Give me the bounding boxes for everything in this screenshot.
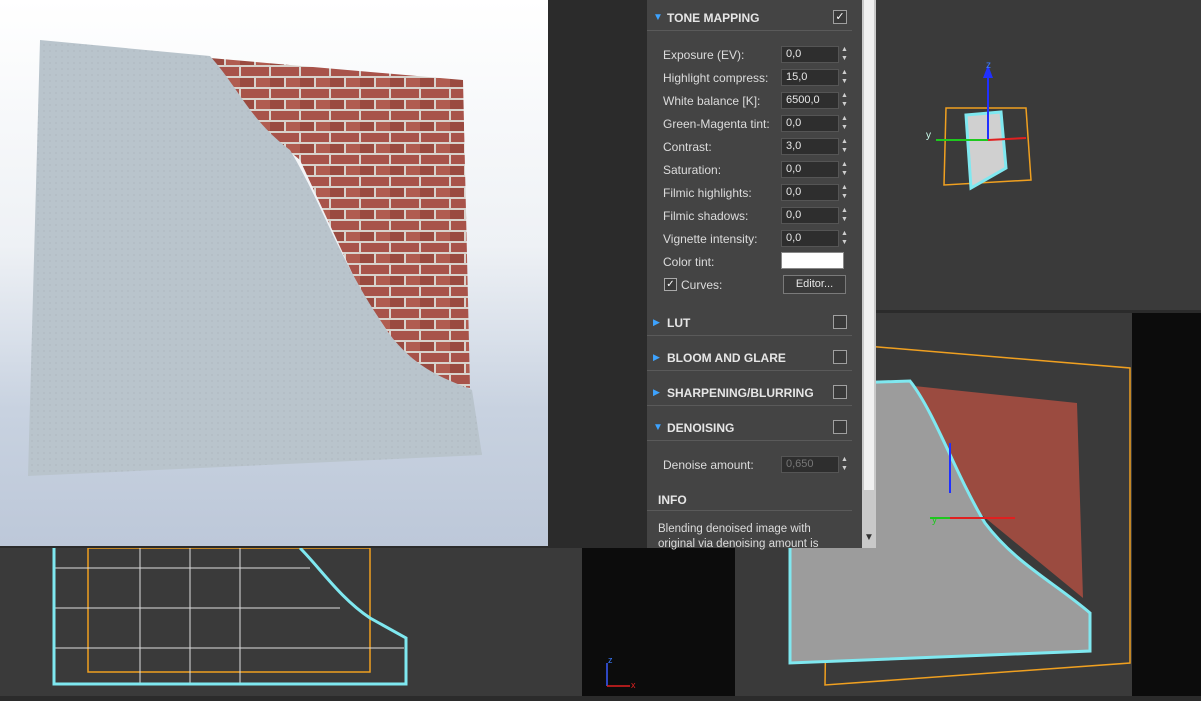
section-lut[interactable]: ▶ LUT [647,311,852,336]
field-label: Filmic shadows: [663,209,749,223]
field-highlight-compress: Highlight compress: 15,0 ▲ ▼ [663,68,853,88]
section-sharpening-blurring[interactable]: ▶ SHARPENING/BLURRING [647,381,852,406]
viewport-black-area [1132,313,1201,696]
white-balance-input[interactable]: 6500,0 [781,92,839,109]
divider [647,510,852,511]
field-label: Contrast: [663,140,712,154]
render-image [28,40,482,476]
tripod-x-label: x [631,680,636,690]
section-denoising[interactable]: ▼ DENOISING [647,416,852,441]
field-label: White balance [K]: [663,94,761,108]
spinner-icon[interactable]: ▲ ▼ [841,455,849,473]
field-exposure: Exposure (EV): 0,0 ▲ ▼ [663,45,853,65]
bloom-checkbox[interactable] [833,350,847,364]
field-denoise-amount: Denoise amount: 0,650 ▲ ▼ [663,455,853,475]
sharpen-checkbox[interactable] [833,385,847,399]
filmic-highlights-input[interactable]: 0,0 [781,184,839,201]
field-label: Saturation: [663,163,722,177]
viewport-perspective-small[interactable]: z y [876,0,1201,310]
field-label: Highlight compress: [663,71,769,85]
scroll-down-icon[interactable]: ▼ [864,532,874,543]
gizmo-z-label: z [986,60,991,71]
expand-triangle-icon: ▼ [653,422,663,433]
viewport-front[interactable] [0,546,582,696]
tripod-z-label: z [608,655,613,665]
expand-triangle-icon: ▶ [653,317,660,327]
field-label: Denoise amount: [663,458,754,472]
curves-editor-button[interactable]: Editor... [783,275,846,294]
render-viewport[interactable] [0,0,548,546]
green-magenta-input[interactable]: 0,0 [781,115,839,132]
spinner-icon[interactable]: ▲ ▼ [841,229,849,247]
color-tint-swatch[interactable] [781,252,844,269]
scrollbar-thumb[interactable] [864,0,874,490]
field-label: Exposure (EV): [663,48,745,62]
spinner-icon[interactable]: ▲ ▼ [841,68,849,86]
filmic-shadows-input[interactable]: 0,0 [781,207,839,224]
info-text: Blending denoised image with original vi… [658,523,819,550]
section-title: SHARPENING/BLURRING [667,386,814,400]
tone-mapping-checkbox[interactable]: ✓ [833,10,847,24]
field-label: Filmic highlights: [663,186,752,200]
expand-triangle-icon: ▶ [653,352,660,362]
gizmo-y-label-2: y [932,515,937,526]
viewport-front-mesh [52,546,408,686]
section-tone-mapping[interactable]: ▼ TONE MAPPING ✓ [647,6,852,31]
saturation-input[interactable]: 0,0 [781,161,839,178]
camera-settings-panel: ▼ TONE MAPPING ✓ Exposure (EV): 0,0 ▲ ▼ H… [647,0,862,550]
denoise-amount-input[interactable]: 0,650 [781,456,839,473]
spinner-icon[interactable]: ▲ ▼ [841,206,849,224]
gizmo-y-label: y [926,130,931,141]
section-title: DENOISING [667,421,735,435]
field-label: Color tint: [663,255,715,269]
spinner-icon[interactable]: ▲ ▼ [841,45,849,63]
section-title: BLOOM AND GLARE [667,351,786,365]
exposure-input[interactable]: 0,0 [781,46,839,63]
field-contrast: Contrast: 3,0 ▲ ▼ [663,137,853,157]
spinner-icon[interactable]: ▲ ▼ [841,137,849,155]
spinner-icon[interactable]: ▲ ▼ [841,183,849,201]
viewport-scene: z y [926,60,1032,191]
highlight-compress-input[interactable]: 15,0 [781,69,839,86]
axis-tripod: z x [606,655,636,690]
field-vignette-intensity: Vignette intensity: 0,0 ▲ ▼ [663,229,853,249]
info-title: INFO [658,493,687,507]
field-label: Green-Magenta tint: [663,117,770,131]
field-filmic-highlights: Filmic highlights: 0,0 ▲ ▼ [663,183,853,203]
section-bloom-and-glare[interactable]: ▶ BLOOM AND GLARE [647,346,852,371]
expand-triangle-icon: ▼ [653,12,663,23]
spinner-icon[interactable]: ▲ ▼ [841,91,849,109]
section-title: TONE MAPPING [667,11,760,25]
field-filmic-shadows: Filmic shadows: 0,0 ▲ ▼ [663,206,853,226]
viewport-dark[interactable]: z x [582,548,735,696]
curves-checkbox[interactable]: ✓ [664,278,677,291]
field-green-magenta-tint: Green-Magenta tint: 0,0 ▲ ▼ [663,114,853,134]
field-white-balance: White balance [K]: 6500,0 ▲ ▼ [663,91,853,111]
spinner-icon[interactable]: ▲ ▼ [841,114,849,132]
field-label: Vignette intensity: [663,232,758,246]
curves-label: Curves: [681,278,723,292]
field-saturation: Saturation: 0,0 ▲ ▼ [663,160,853,180]
section-title: LUT [667,316,691,330]
contrast-input[interactable]: 3,0 [781,138,839,155]
expand-triangle-icon: ▶ [653,387,660,397]
vignette-input[interactable]: 0,0 [781,230,839,247]
spinner-icon[interactable]: ▲ ▼ [841,160,849,178]
denoise-checkbox[interactable] [833,420,847,434]
lut-checkbox[interactable] [833,315,847,329]
panel-scrollbar[interactable]: ▼ [862,0,876,548]
